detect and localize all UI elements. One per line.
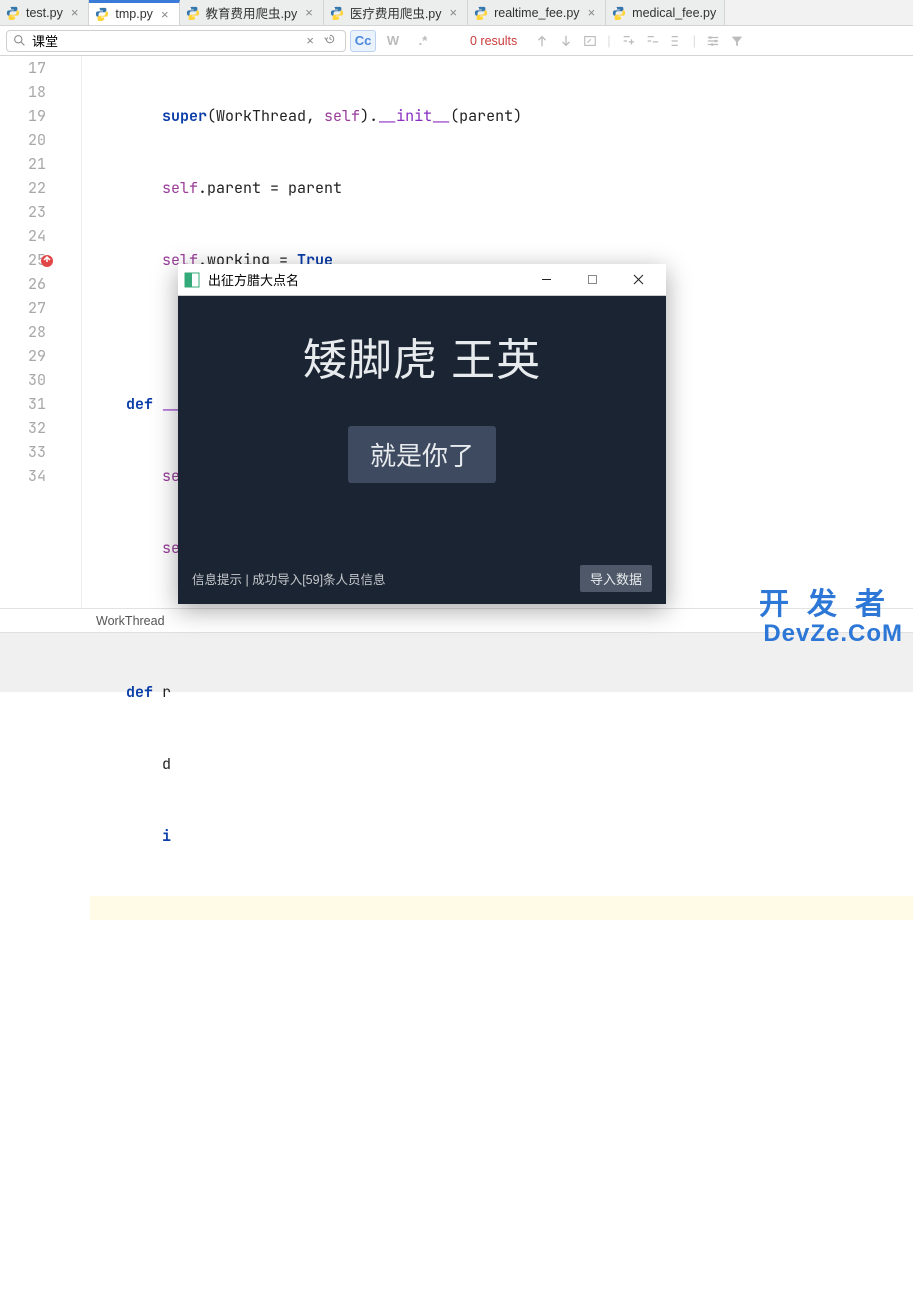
remove-selection-icon[interactable] xyxy=(645,34,659,48)
next-match-icon[interactable] xyxy=(559,34,573,48)
tab-test-py[interactable]: test.py × xyxy=(0,0,89,25)
line-number: 30 xyxy=(0,368,46,392)
python-file-icon xyxy=(95,7,109,21)
regex-toggle[interactable]: .* xyxy=(410,30,436,52)
python-file-icon xyxy=(6,6,20,20)
select-all-occurrences-icon[interactable] xyxy=(669,34,683,48)
settings-icon[interactable] xyxy=(706,34,720,48)
line-number: 20 xyxy=(0,128,46,152)
rollcall-dialog: 出征方腊大点名 矮脚虎 王英 就是你了 信息提示 | 成功导入[59]条人员信息… xyxy=(178,264,666,604)
line-number: 18 xyxy=(0,80,46,104)
clear-search-icon[interactable]: × xyxy=(303,33,317,48)
import-data-button[interactable]: 导入数据 xyxy=(580,565,652,592)
line-number: 19 xyxy=(0,104,46,128)
prev-match-icon[interactable] xyxy=(535,34,549,48)
find-nav-icons: | | xyxy=(535,33,744,48)
search-box: × xyxy=(6,30,346,52)
whole-word-toggle[interactable]: W xyxy=(380,30,406,52)
fold-column xyxy=(60,56,82,608)
match-case-toggle[interactable]: Cc xyxy=(350,30,376,52)
line-number: 22 xyxy=(0,176,46,200)
maximize-button[interactable] xyxy=(570,266,614,294)
tab-label: 教育费用爬虫.py xyxy=(206,3,298,22)
close-icon[interactable]: × xyxy=(586,5,598,20)
dialog-title: 出征方腊大点名 xyxy=(208,270,516,289)
search-input[interactable] xyxy=(32,33,297,48)
find-bar: × Cc W .* 0 results | | xyxy=(0,26,913,56)
pick-button[interactable]: 就是你了 xyxy=(348,426,496,483)
line-number: 27 xyxy=(0,296,46,320)
tab-label: medical_fee.py xyxy=(632,6,716,20)
tab-label: realtime_fee.py xyxy=(494,6,579,20)
dialog-body: 矮脚虎 王英 就是你了 xyxy=(178,296,666,557)
tab-medical-spider-py[interactable]: 医疗费用爬虫.py × xyxy=(324,0,468,25)
python-file-icon xyxy=(186,6,200,20)
line-number: 21 xyxy=(0,152,46,176)
python-file-icon xyxy=(330,6,344,20)
close-icon[interactable]: × xyxy=(159,7,171,22)
line-number: 34 xyxy=(0,464,46,488)
gutter: 171819202122232425262728293031323334 xyxy=(0,56,60,608)
line-number: 33 xyxy=(0,440,46,464)
line-number: 23 xyxy=(0,200,46,224)
tab-edu-spider-py[interactable]: 教育费用爬虫.py × xyxy=(180,0,324,25)
results-count: 0 results xyxy=(470,34,517,48)
editor-tabs: test.py × tmp.py × 教育费用爬虫.py × 医疗费用爬虫.py… xyxy=(0,0,913,26)
search-actions: × xyxy=(303,33,339,48)
close-icon[interactable]: × xyxy=(303,5,315,20)
line-number: 26 xyxy=(0,272,46,296)
tab-tmp-py[interactable]: tmp.py × xyxy=(89,0,179,25)
tab-label: 医疗费用爬虫.py xyxy=(350,3,442,22)
selected-name: 矮脚虎 王英 xyxy=(188,324,656,388)
close-icon[interactable]: × xyxy=(448,5,460,20)
history-search-icon[interactable] xyxy=(321,33,339,48)
search-icon xyxy=(13,34,26,47)
python-file-icon xyxy=(474,6,488,20)
python-file-icon xyxy=(612,6,626,20)
tab-label: tmp.py xyxy=(115,7,153,21)
close-icon[interactable]: × xyxy=(69,5,81,20)
override-icon[interactable] xyxy=(40,251,54,265)
select-all-icon[interactable] xyxy=(583,34,597,48)
add-selection-icon[interactable] xyxy=(621,34,635,48)
tab-medical-fee-py[interactable]: medical_fee.py xyxy=(606,0,725,25)
line-number: 31 xyxy=(0,392,46,416)
tab-label: test.py xyxy=(26,6,63,20)
minimize-button[interactable] xyxy=(524,266,568,294)
line-number: 32 xyxy=(0,416,46,440)
line-number: 24 xyxy=(0,224,46,248)
filter-icon[interactable] xyxy=(730,34,744,48)
line-number: 29 xyxy=(0,344,46,368)
line-number: 17 xyxy=(0,56,46,80)
close-button[interactable] xyxy=(616,266,660,294)
tab-realtime-fee-py[interactable]: realtime_fee.py × xyxy=(468,0,606,25)
line-number: 25 xyxy=(0,248,46,272)
line-number: 28 xyxy=(0,320,46,344)
dialog-titlebar[interactable]: 出征方腊大点名 xyxy=(178,264,666,296)
app-icon xyxy=(184,272,200,288)
dialog-footer: 信息提示 | 成功导入[59]条人员信息 导入数据 xyxy=(178,557,666,604)
status-text: 信息提示 | 成功导入[59]条人员信息 xyxy=(192,569,386,588)
